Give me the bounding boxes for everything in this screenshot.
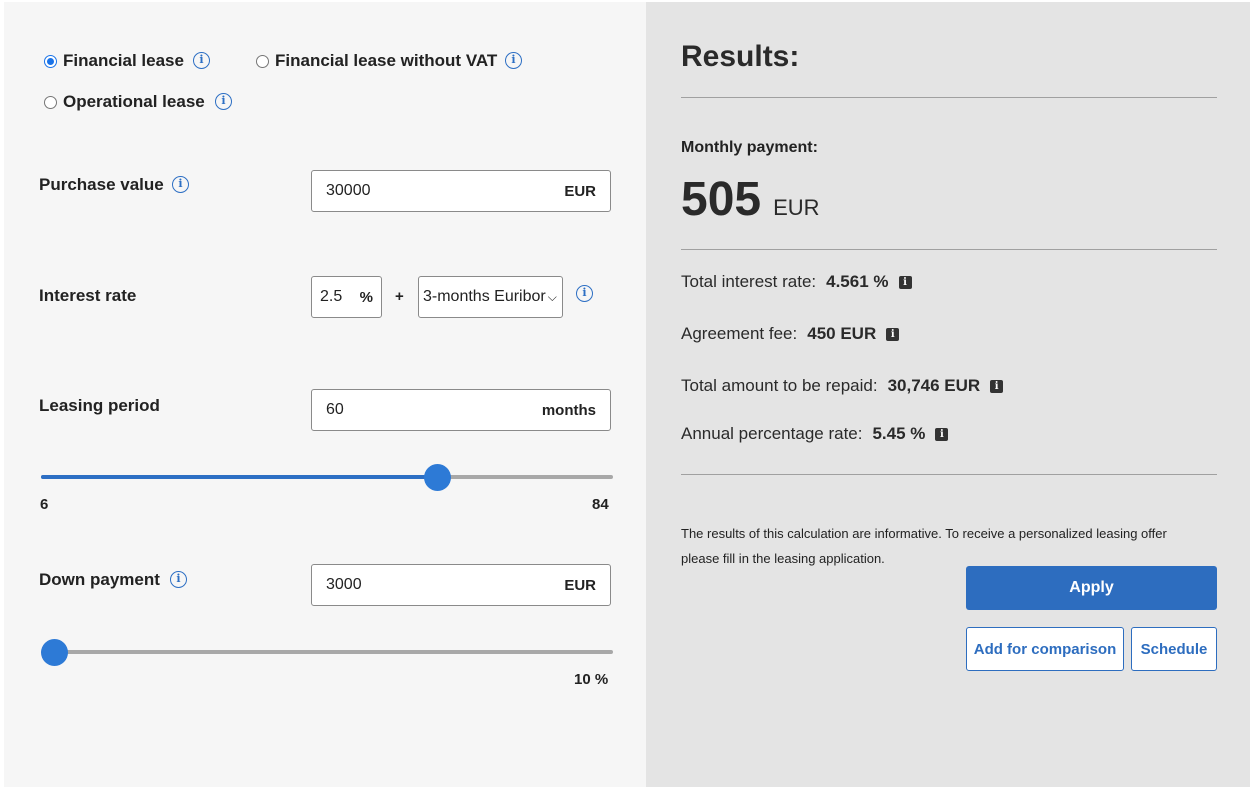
schedule-button[interactable]: Schedule xyxy=(1131,627,1217,671)
divider xyxy=(681,474,1217,475)
info-icon[interactable]: i xyxy=(172,176,189,193)
result-label: Annual percentage rate: xyxy=(681,424,863,443)
result-value: 30,746 EUR xyxy=(887,376,981,395)
disclaimer-note: The results of this calculation are info… xyxy=(681,526,1167,566)
monthly-payment-currency: EUR xyxy=(773,195,820,220)
interest-rate-input[interactable]: 2.5 % xyxy=(311,276,382,318)
add-for-comparison-button[interactable]: Add for comparison xyxy=(966,627,1124,671)
info-icon[interactable]: i xyxy=(215,93,232,110)
leasing-period-slider-fill xyxy=(41,475,437,479)
result-row-agreement-fee: Agreement fee: 450 EUR i xyxy=(681,324,900,344)
result-value: 5.45 % xyxy=(872,424,926,443)
radio-dot[interactable] xyxy=(44,95,57,109)
result-row-total-interest: Total interest rate: 4.561 % i xyxy=(681,272,912,292)
euribor-select-value: 3-months Euribor xyxy=(423,288,546,305)
interest-rate-unit: % xyxy=(359,288,373,306)
result-value: 4.561 % xyxy=(826,272,889,291)
leasing-period-slider-handle[interactable] xyxy=(423,464,451,491)
plus-sign: + xyxy=(395,288,404,305)
purchase-value-text: 30000 xyxy=(326,182,371,199)
leasing-period-input[interactable]: 60 months xyxy=(311,389,611,431)
down-payment-slider-track[interactable] xyxy=(41,650,613,654)
period-max-label: 84 xyxy=(592,496,609,513)
radio-label-financial-lease: Financial lease xyxy=(63,51,184,70)
leasing-period-unit: months xyxy=(541,401,596,419)
monthly-payment-label: Monthly payment: xyxy=(681,139,818,156)
results-title: Results: xyxy=(681,40,800,73)
radio-dot-selected[interactable] xyxy=(44,54,57,68)
chevron-down-icon: ⌵ xyxy=(547,289,557,304)
info-icon[interactable]: i xyxy=(898,275,912,289)
down-payment-percent: 10 % xyxy=(574,671,609,688)
euribor-select[interactable]: 3-months Euribor ⌵ xyxy=(418,276,563,318)
result-label: Total interest rate: xyxy=(681,272,817,291)
result-row-apr: Annual percentage rate: 5.45 % i xyxy=(681,424,949,444)
divider xyxy=(681,97,1217,98)
interest-rate-label: Interest rate xyxy=(39,286,137,305)
radio-label-financial-lease-without-vat: Financial lease without VAT xyxy=(275,51,498,70)
result-label: Total amount to be repaid: xyxy=(681,376,878,395)
info-icon[interactable]: i xyxy=(935,427,949,441)
down-payment-text: 3000 xyxy=(326,576,362,593)
purchase-value-label: Purchase value xyxy=(39,175,164,194)
results-panel: Results: Monthly payment: 505 EUR Total … xyxy=(646,2,1250,787)
monthly-payment: 505 EUR xyxy=(681,172,820,227)
monthly-payment-value: 505 xyxy=(681,173,762,226)
radio-operational-lease[interactable]: Operational lease xyxy=(44,92,205,112)
info-icon[interactable]: i xyxy=(193,52,210,69)
calculator-form: Financial lease i Financial lease withou… xyxy=(4,2,646,787)
down-payment-unit: EUR xyxy=(564,576,596,594)
result-label: Agreement fee: xyxy=(681,324,798,343)
radio-financial-lease-without-vat[interactable]: Financial lease without VAT xyxy=(256,51,497,71)
info-icon[interactable]: i xyxy=(990,379,1004,393)
info-icon[interactable]: i xyxy=(505,52,522,69)
radio-dot[interactable] xyxy=(256,54,269,68)
leasing-period-label: Leasing period xyxy=(39,396,160,415)
purchase-value-input[interactable]: 30000 EUR xyxy=(311,170,611,212)
down-payment-slider-handle[interactable] xyxy=(41,639,68,666)
purchase-value-unit: EUR xyxy=(564,182,596,200)
info-icon[interactable]: i xyxy=(886,327,900,341)
divider xyxy=(681,249,1217,250)
info-icon[interactable]: i xyxy=(576,285,593,302)
down-payment-label: Down payment xyxy=(39,570,160,589)
leasing-period-text: 60 xyxy=(326,401,344,418)
down-payment-input[interactable]: 3000 EUR xyxy=(311,564,611,606)
radio-financial-lease[interactable]: Financial lease xyxy=(44,51,184,71)
interest-rate-text: 2.5 xyxy=(320,288,343,305)
radio-label-operational-lease: Operational lease xyxy=(63,92,205,111)
apply-button[interactable]: Apply xyxy=(966,566,1217,610)
info-icon[interactable]: i xyxy=(170,571,187,588)
result-row-total-repaid: Total amount to be repaid: 30,746 EUR i xyxy=(681,376,1004,396)
leasing-period-slider-track[interactable] xyxy=(41,475,613,479)
period-min-label: 6 xyxy=(40,496,49,513)
result-value: 450 EUR xyxy=(807,324,877,343)
